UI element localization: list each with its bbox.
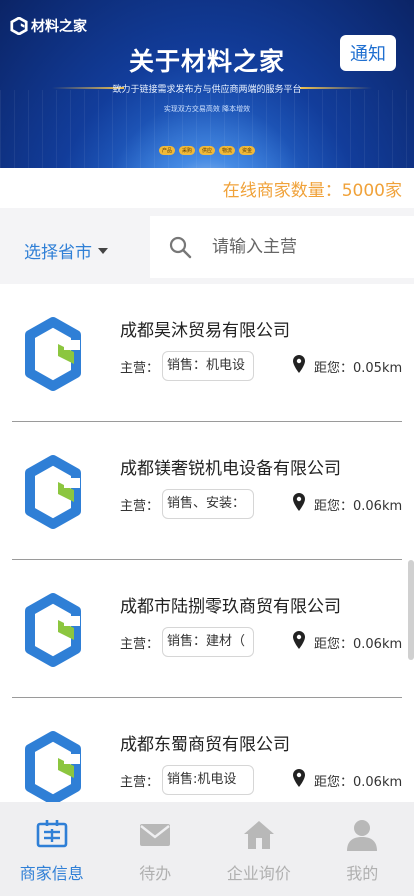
banner-tag: 采购 [178,146,195,155]
company-list-item[interactable]: 成都镁奢锐机电设备有限公司 主营： 销售、安装： 距您：0.06km [0,422,414,560]
merchant-count: 在线商家数量：5000家 [222,181,402,201]
distance: 距您：0.06km [314,775,403,790]
main-business-label: 主营： [120,775,160,790]
search-input[interactable] [212,237,402,257]
tab-mine[interactable]: 我的 [311,802,414,896]
home-icon [243,821,274,849]
filter-bar: 选择省市 [0,208,414,284]
search-box[interactable] [150,216,414,278]
tab-merchant-info[interactable]: 商家信息 [0,802,104,896]
main-business-tag: 销售：建材（ [162,627,254,657]
main-business-label: 主营： [120,361,160,376]
page: 材料之家 关于材料之家 致力于链接需求发布方与供应商两端的服务平台 实现双方交易… [0,0,414,896]
caret-down-icon [98,247,108,254]
banner-slogan: 实现双方交易高效 降本增效 [163,105,251,113]
tab-label: 商家信息 [19,864,84,883]
location-pin-icon [293,631,305,649]
distance: 距您：0.05km [314,361,403,376]
tab-label: 待办 [139,864,172,883]
location-pin-icon [293,493,305,511]
tab-label: 我的 [346,864,379,883]
notify-button[interactable]: 通知 [340,35,396,71]
main-business-tag: 销售、安装： [162,489,254,519]
location-pin-icon [293,355,305,373]
scrollbar[interactable] [408,560,414,660]
banner-tags: 产品 采购 供应 物流 资金 [0,146,414,155]
main-business-label: 主营： [120,499,160,514]
banner[interactable]: 材料之家 关于材料之家 致力于链接需求发布方与供应商两端的服务平台 实现双方交易… [0,0,414,168]
company-logo-icon [25,593,81,667]
main-business-tag: 销售:机电设 [162,765,254,795]
company-list-item[interactable]: 成都市陆捌零玖商贸有限公司 主营： 销售：建材（ 距您：0.06km [0,560,414,698]
mail-icon [140,824,171,846]
brand-name: 材料之家 [31,19,87,35]
company-name: 成都昊沐贸易有限公司 [120,321,290,341]
banner-tag: 资金 [239,146,256,155]
company-list-item[interactable]: 成都昊沐贸易有限公司 主营： 销售：机电设 距您：0.05km [0,284,414,422]
company-name: 成都镁奢锐机电设备有限公司 [120,459,341,479]
banner-tag: 供应 [198,146,215,155]
merchant-info-icon [36,820,68,848]
tab-todo[interactable]: 待办 [104,802,208,896]
tab-label: 企业询价 [226,864,291,883]
tab-enterprise-inquiry[interactable]: 企业询价 [207,802,311,896]
province-selector-label: 选择省市 [24,243,92,263]
brand: 材料之家 [10,16,87,36]
company-list: 成都昊沐贸易有限公司 主营： 销售：机电设 距您：0.05km 成都镁奢锐机电设… [0,284,414,836]
banner-tag: 产品 [158,146,175,155]
company-name: 成都东蜀商贸有限公司 [120,735,290,755]
bottom-tab-bar: 商家信息 待办 企业询价 我的 [0,802,414,896]
province-selector[interactable]: 选择省市 [24,238,108,263]
banner-tag: 物流 [219,146,236,155]
brand-logo-icon [10,17,28,35]
company-logo-icon [25,731,81,805]
main-business-label: 主营： [120,637,160,652]
company-logo-icon [25,317,81,391]
search-icon [169,236,192,259]
location-pin-icon [293,769,305,787]
user-icon [347,820,378,851]
company-name: 成都市陆捌零玖商贸有限公司 [120,597,341,617]
distance: 距您：0.06km [314,499,403,514]
distance: 距您：0.06km [314,637,403,652]
company-logo-icon [25,455,81,529]
banner-subtitle: 致力于链接需求发布方与供应商两端的服务平台 [112,85,302,95]
main-business-tag: 销售：机电设 [162,351,254,381]
